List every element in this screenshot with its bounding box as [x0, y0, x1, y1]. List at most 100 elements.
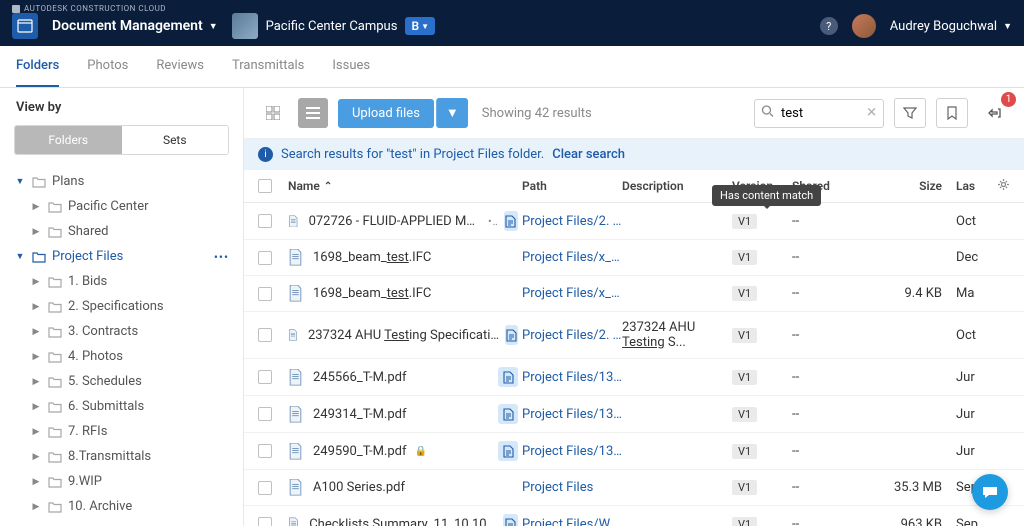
chevron-down-icon: ▼: [14, 251, 26, 262]
path-link[interactable]: Project Files/x_Misc...: [522, 250, 622, 265]
tree-actions[interactable]: •••: [214, 250, 229, 264]
folder-icon: [48, 275, 62, 289]
path-link[interactable]: Project Files/x_Misc: [522, 286, 622, 301]
table-row[interactable]: 1698_beam_test.IFCProject Files/x_MiscV1…: [244, 276, 1024, 312]
content-match-icon[interactable]: [503, 514, 518, 526]
col-name[interactable]: Name ⌃: [288, 179, 522, 193]
shared-cell: --: [792, 517, 882, 526]
file-icon: [288, 213, 299, 230]
row-checkbox[interactable]: [258, 287, 272, 301]
tab-photos[interactable]: Photos: [87, 46, 128, 87]
col-size[interactable]: Size: [882, 179, 942, 193]
content-match-icon[interactable]: [498, 404, 518, 424]
select-all-checkbox[interactable]: [258, 179, 272, 193]
tree-node[interactable]: ▶10. Archive: [0, 494, 243, 519]
search-banner: i Search results for "test" in Project F…: [244, 139, 1024, 170]
chevron-down-icon: ▼: [14, 176, 26, 187]
tree-node[interactable]: ▶9.WIP: [0, 469, 243, 494]
chevron-right-icon: ▶: [30, 327, 42, 337]
tree-node[interactable]: ▼Project Files•••: [0, 244, 243, 269]
table-row[interactable]: 237324 AHU Testing Specification Revised…: [244, 312, 1024, 359]
tree-node[interactable]: ▶2. Specifications: [0, 294, 243, 319]
row-checkbox[interactable]: [258, 214, 272, 228]
tab-issues[interactable]: Issues: [332, 46, 370, 87]
table-row[interactable]: 072726 - FLUID-APPLIED MEMBRANE AI...•••…: [244, 203, 1024, 240]
tree-node[interactable]: ▼ Plans: [0, 169, 243, 194]
view-toggle: Folders Sets: [14, 125, 229, 155]
table-row[interactable]: 249314_T-M.pdfProject Files/13. Rhu...V1…: [244, 396, 1024, 433]
col-path[interactable]: Path: [522, 179, 622, 193]
tree-label: Plans: [52, 174, 84, 189]
table-row[interactable]: A100 Series.pdfProject FilesV1--35.3 MBS…: [244, 470, 1024, 506]
last-cell: Ma: [942, 286, 992, 301]
chevron-right-icon: ▶: [30, 277, 42, 287]
column-settings[interactable]: [997, 178, 1010, 194]
path-link[interactable]: Project Files/13. Rhu...: [522, 407, 622, 422]
row-checkbox[interactable]: [258, 328, 272, 342]
row-checkbox[interactable]: [258, 251, 272, 265]
file-name-cell: 245566_T-M.pdf: [288, 367, 522, 387]
table-row[interactable]: 1698_beam_test.IFCProject Files/x_Misc..…: [244, 240, 1024, 276]
path-link[interactable]: Project Files/Weloca...: [522, 517, 622, 526]
content-match-icon[interactable]: [504, 211, 518, 231]
app-icon[interactable]: [12, 13, 38, 39]
content-match-icon[interactable]: [498, 367, 518, 387]
tree-node[interactable]: ▶7. RFIs: [0, 419, 243, 444]
bookmark-button[interactable]: [936, 98, 968, 128]
tree-node[interactable]: ▶1. Bids: [0, 269, 243, 294]
table-row[interactable]: 249590_T-M.pdf🔒Project Files/13. Rhu... V…: [244, 433, 1024, 470]
help-icon[interactable]: ?: [820, 17, 838, 35]
tab-transmittals[interactable]: Transmittals: [232, 46, 304, 87]
project-selector[interactable]: Pacific Center Campus B ▼: [232, 13, 435, 39]
chevron-down-icon: ▼: [1003, 21, 1012, 32]
path-link[interactable]: Project Files/2. Spec...: [522, 214, 622, 229]
list-view-button[interactable]: [298, 98, 328, 128]
file-table: Name ⌃ Path Description Version Shared S…: [244, 170, 1024, 526]
tree-node[interactable]: ▶5. Schedules: [0, 369, 243, 394]
view-folders-button[interactable]: Folders: [15, 126, 122, 154]
row-checkbox[interactable]: [258, 407, 272, 421]
app-title[interactable]: Document Management ▼: [52, 18, 218, 34]
path-link[interactable]: Project Files/13. Rhu...: [522, 444, 622, 459]
table-row[interactable]: 245566_T-M.pdfProject Files/13. Rhu...V1…: [244, 359, 1024, 396]
tree-node[interactable]: ▶Pacific Center: [0, 194, 243, 219]
filter-button[interactable]: [894, 98, 926, 128]
upload-dropdown[interactable]: ▼: [436, 98, 468, 128]
clear-search-icon[interactable]: ✕: [866, 106, 877, 121]
table-row[interactable]: Checklists Summary_11_10 10_44_44.269...…: [244, 506, 1024, 526]
clear-search-link[interactable]: Clear search: [552, 147, 625, 162]
tree-node[interactable]: ▶6. Submittals: [0, 394, 243, 419]
user-menu[interactable]: Audrey Boguchwal ▼: [890, 19, 1012, 34]
tree-node[interactable]: ▶4. Photos: [0, 344, 243, 369]
tree-node[interactable]: ▶8.Transmittals: [0, 444, 243, 469]
content-match-icon[interactable]: [498, 441, 518, 461]
tab-reviews[interactable]: Reviews: [156, 46, 204, 87]
tree-node[interactable]: ▶Shared: [0, 219, 243, 244]
row-checkbox[interactable]: [258, 444, 272, 458]
tab-folders[interactable]: Folders: [16, 46, 59, 87]
folder-icon: [48, 450, 62, 464]
file-icon: [288, 479, 303, 496]
row-checkbox[interactable]: [258, 481, 272, 495]
path-link[interactable]: Project Files/2. Spec...: [522, 328, 622, 343]
view-sets-button[interactable]: Sets: [122, 126, 229, 154]
avatar[interactable]: [852, 14, 876, 38]
path-link[interactable]: Project Files: [522, 480, 622, 495]
content-match-icon[interactable]: [505, 325, 518, 345]
sort-asc-icon: ⌃: [324, 181, 332, 192]
path-link[interactable]: Project Files/13. Rhu...: [522, 370, 622, 385]
file-name: Checklists Summary_11_10 10_44_44.269...: [309, 517, 499, 526]
version-chip: V1: [732, 444, 757, 459]
tree-node[interactable]: ▶3. Contracts: [0, 319, 243, 344]
folder-icon: [48, 400, 62, 414]
export-button[interactable]: 1: [978, 98, 1010, 128]
row-checkbox[interactable]: [258, 370, 272, 384]
row-actions[interactable]: •••: [488, 215, 498, 228]
chevron-right-icon: ▶: [30, 352, 42, 362]
grid-view-button[interactable]: [258, 98, 288, 128]
file-name-cell: 249590_T-M.pdf🔒: [288, 441, 522, 461]
row-checkbox[interactable]: [258, 517, 272, 526]
col-last[interactable]: Las: [942, 179, 992, 193]
upload-button[interactable]: Upload files: [338, 99, 434, 128]
chat-fab[interactable]: [972, 474, 1008, 510]
